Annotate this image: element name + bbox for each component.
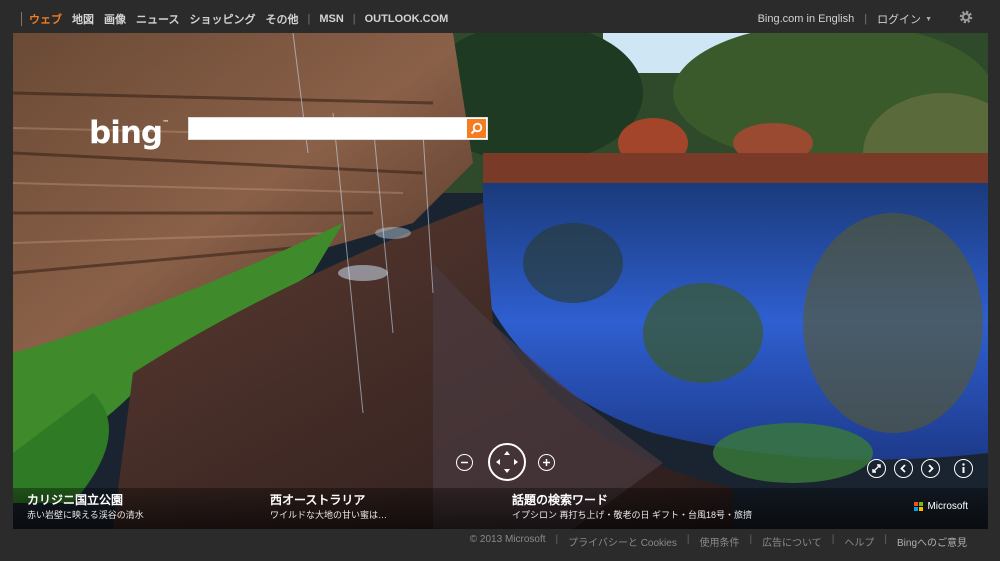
search-input[interactable] (188, 117, 488, 140)
nav-item-web[interactable]: ウェブ (24, 11, 67, 27)
nav-separator: | (352, 13, 356, 25)
caption-strip (13, 488, 988, 529)
zoom-in-icon[interactable] (538, 454, 555, 471)
top-bar: ウェブ 地図 画像 ニュース ショッピング その他 | MSN | OUTLOO… (0, 0, 1000, 33)
caption-title: 西オーストラリア (270, 493, 366, 507)
nav-item-images[interactable]: 画像 (99, 11, 131, 27)
footer-link-advertise[interactable]: 広告について (762, 534, 822, 549)
caption-title: カリジニ国立公園 (27, 493, 124, 507)
search-button[interactable] (467, 119, 486, 138)
nav-divider (21, 12, 22, 26)
info-icon[interactable] (954, 459, 973, 478)
footer: © 2013 Microsoft | プライバシーと Cookies | 使用条… (470, 534, 967, 549)
footer-link-feedback[interactable]: Bingへのご意見 (897, 534, 967, 549)
caption-subtitle: イプシロン 再打ち上げ・敬老の日 ギフト・台風18号・旅擠 (512, 510, 753, 520)
caption-location[interactable]: カリジニ国立公園 赤い岩壁に映える渓谷の清水 (27, 493, 144, 522)
main-nav: ウェブ 地図 画像 ニュース ショッピング その他 | MSN | OUTLOO… (21, 11, 453, 27)
nav-item-more[interactable]: その他 (260, 11, 303, 27)
next-icon[interactable] (921, 459, 940, 478)
login-link[interactable]: ログイン (877, 11, 921, 27)
nav-separator: | (864, 13, 868, 25)
previous-icon[interactable] (894, 459, 913, 478)
microsoft-logo-icon (914, 502, 924, 511)
footer-separator: | (884, 534, 887, 545)
nav-item-maps[interactable]: 地図 (67, 11, 99, 27)
caption-subtitle: ワイルドな大地の甘い蜜は… (270, 510, 388, 520)
footer-separator: | (749, 534, 753, 545)
caption-subtitle: 赤い岩壁に映える渓谷の清水 (27, 510, 144, 520)
nav-item-msn[interactable]: MSN (314, 13, 348, 25)
nav-item-shopping[interactable]: ショッピング (184, 11, 260, 27)
chevron-down-icon: ▼ (925, 15, 932, 23)
caption-trending[interactable]: 話題の検索ワード イプシロン 再打ち上げ・敬老の日 ギフト・台風18号・旅擠 (512, 493, 752, 522)
footer-link-privacy[interactable]: プライバシーと Cookies (568, 534, 677, 549)
nav-item-outlook[interactable]: OUTLOOK.COM (360, 13, 454, 25)
fullscreen-icon[interactable] (867, 459, 886, 478)
nav-separator: | (307, 13, 311, 25)
caption-title: 話題の検索ワード (512, 493, 609, 507)
gear-icon[interactable] (958, 9, 974, 25)
footer-link-help[interactable]: ヘルプ (844, 534, 874, 549)
search-icon (470, 122, 483, 135)
footer-separator: | (555, 534, 559, 545)
footer-link-terms[interactable]: 使用条件 (699, 534, 739, 549)
microsoft-label: Microsoft (927, 501, 968, 512)
zoom-out-icon[interactable] (456, 454, 473, 471)
account-nav: Bing.com in English | ログイン ▼ (758, 11, 932, 27)
pan-icon[interactable] (488, 443, 526, 481)
trademark-mark: ™ (162, 119, 169, 127)
bing-logo[interactable]: bing™ (89, 115, 169, 151)
nav-item-news[interactable]: ニュース (131, 11, 184, 27)
english-link[interactable]: Bing.com in English (758, 13, 855, 25)
caption-region[interactable]: 西オーストラリア ワイルドな大地の甘い蜜は… (270, 493, 387, 522)
microsoft-brand[interactable]: Microsoft (914, 501, 968, 512)
logo-text: bing (89, 115, 163, 151)
copyright-text: © 2013 Microsoft (469, 534, 546, 545)
footer-separator: | (831, 534, 835, 545)
footer-separator: | (686, 534, 690, 545)
background-image: bing™ カリジニ国立公園 赤い岩壁に映える渓谷の清水 西オーストラリア ワイ… (13, 33, 988, 529)
